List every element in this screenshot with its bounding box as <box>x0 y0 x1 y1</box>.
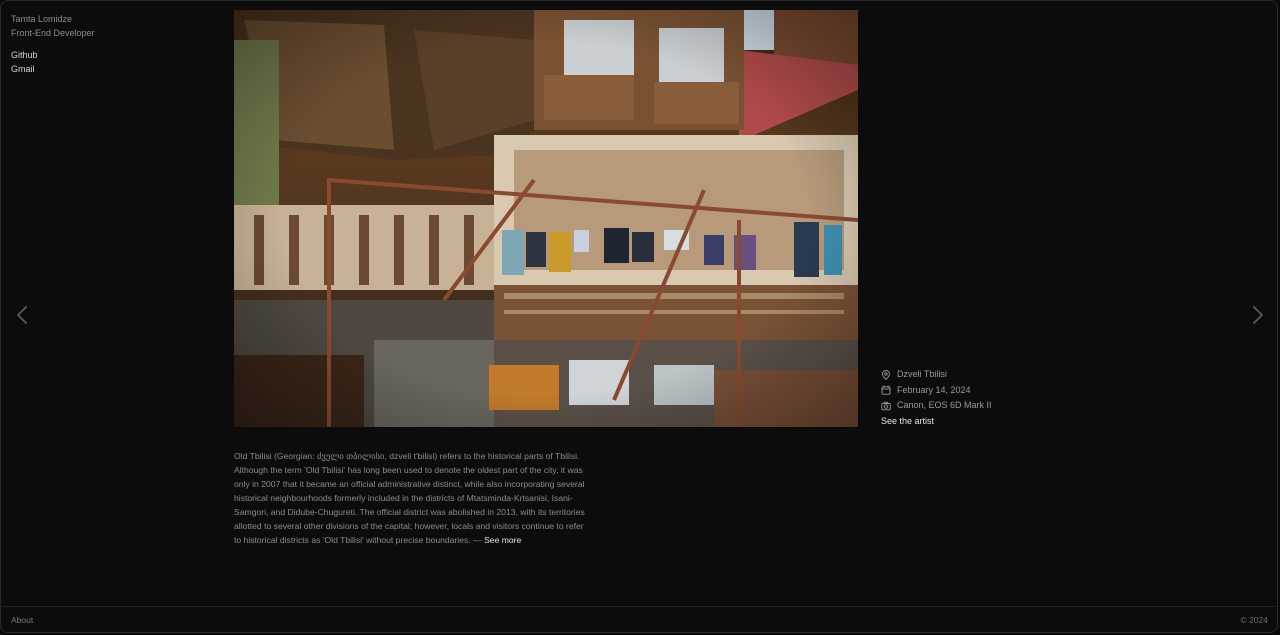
camera-icon <box>881 401 891 411</box>
calendar-icon <box>881 385 891 395</box>
copyright-text: © 2024 <box>1240 615 1268 625</box>
date-text: February 14, 2024 <box>897 384 971 395</box>
see-the-artist-link[interactable]: See the artist <box>881 414 992 430</box>
photo-illustration <box>234 10 858 427</box>
author-name: Tamta Lomidze <box>11 14 73 24</box>
camera-row: Canon, EOS 6D Mark II <box>881 398 992 414</box>
about-link[interactable]: About <box>11 615 33 625</box>
next-photo-button[interactable] <box>1250 304 1266 326</box>
camera-text: Canon, EOS 6D Mark II <box>897 400 992 410</box>
map-pin-icon <box>882 369 890 380</box>
social-links: Github Gmail <box>11 48 95 76</box>
author-role: Front-End Developer <box>11 28 95 38</box>
main-photo <box>234 10 858 427</box>
sidebar: Tamta Lomidze Front-End Developer Github… <box>11 12 95 76</box>
gmail-link[interactable]: Gmail <box>11 62 95 76</box>
github-link[interactable]: Github <box>11 48 95 62</box>
location-row: Dzveli Tbilisi <box>881 367 992 383</box>
previous-photo-button[interactable] <box>14 304 30 326</box>
photo-description: Old Tbilisi (Georgian: ძველი თბილისი, dz… <box>234 449 590 547</box>
description-text: Old Tbilisi (Georgian: ძველი თბილისი, dz… <box>234 451 585 545</box>
date-row: February 14, 2024 <box>881 383 992 399</box>
location-text: Dzveli Tbilisi <box>897 369 947 379</box>
footer: About © 2024 <box>0 606 1278 633</box>
photo-metadata: Dzveli Tbilisi February 14, 2024 Canon, … <box>881 367 992 429</box>
chevron-left-icon <box>17 306 27 324</box>
chevron-right-icon <box>1253 306 1263 324</box>
see-more-link[interactable]: See more <box>484 535 521 545</box>
